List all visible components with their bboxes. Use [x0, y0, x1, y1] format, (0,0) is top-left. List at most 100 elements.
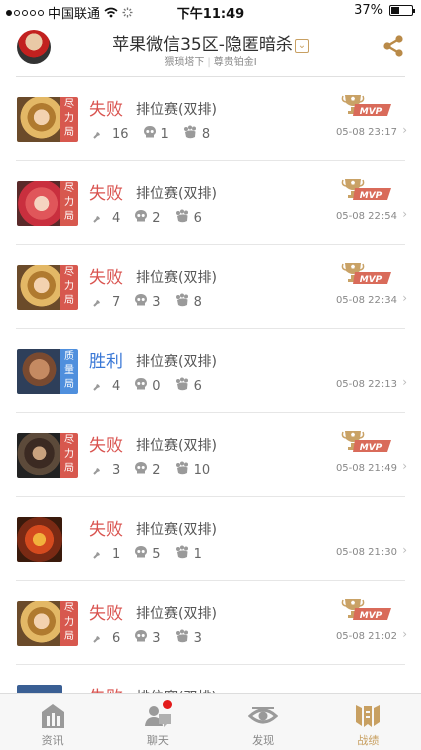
match-time: 05-08 21:02: [335, 631, 397, 642]
assists-value: 1: [193, 546, 202, 562]
skull-icon: [134, 377, 152, 395]
kills-stat: 4: [92, 376, 120, 396]
news-icon: [0, 702, 105, 730]
kda-stats: 4 0 6: [92, 376, 216, 396]
kills-value: 4: [112, 378, 121, 394]
assists-stat: 1: [175, 545, 202, 564]
match-row[interactable]: 尽力局 失败 排位赛(双排) 4 2 6 MVP 05-08 22:54 ›: [16, 161, 407, 245]
battery-percent: 37%: [354, 3, 383, 18]
fist-icon: [175, 629, 194, 648]
tab-chat[interactable]: 聊天: [105, 694, 210, 750]
tab-news[interactable]: 资讯: [0, 694, 105, 750]
match-row[interactable]: 尽力局 失败 排位赛(双排) 3 2 10 MVP 05-08 21:49 ›: [16, 413, 407, 497]
kills-value: 3: [112, 462, 121, 478]
kda-stats: 1 5 1: [92, 544, 216, 564]
deaths-stat: 3: [134, 629, 161, 647]
share-icon[interactable]: [381, 34, 405, 58]
tab-discover-eye[interactable]: 发现: [211, 694, 316, 750]
match-quality-tag: 尽力局: [60, 265, 78, 310]
assists-value: 8: [193, 294, 202, 310]
kda-stats: 7 3 8: [92, 292, 216, 312]
match-result: 失败: [89, 100, 123, 120]
chevron-right-icon: ›: [402, 291, 407, 305]
match-mode: 排位赛(双排): [136, 522, 217, 538]
sword-icon: [92, 124, 112, 144]
assists-stat: 3: [175, 629, 202, 648]
fist-icon: [183, 125, 202, 144]
sword-icon: [92, 544, 112, 564]
hero-portrait: [17, 181, 62, 226]
match-time: 05-08 22:54: [335, 211, 397, 222]
header: 苹果微信35区-隐匿暗杀 ⌄ 猥琐塔下 | 尊贵铂金I: [0, 22, 421, 70]
kills-stat: 3: [92, 460, 120, 480]
match-result: 失败: [89, 268, 123, 288]
deaths-value: 5: [152, 546, 161, 562]
deaths-value: 2: [152, 462, 161, 478]
chevron-down-icon[interactable]: ⌄: [294, 39, 309, 53]
assists-stat: 8: [175, 293, 202, 312]
fist-icon: [175, 293, 194, 312]
assists-stat: 6: [175, 209, 202, 228]
status-right: 37%: [354, 3, 415, 18]
match-row[interactable]: 尽力局 失败 排位赛(双排) 16 1 8 MVP 05-08 23:17 ›: [16, 77, 407, 161]
match-result: 失败: [89, 604, 123, 624]
match-list[interactable]: 尽力局 失败 排位赛(双排) 16 1 8 MVP 05-08 23:17 › 尽力局 失败 排位赛(…: [0, 77, 421, 749]
player-name: 猥琐塔下: [164, 57, 205, 68]
match-time: 05-08 21:30: [335, 547, 397, 558]
kills-stat: 1: [92, 544, 120, 564]
tab-label: 资讯: [41, 734, 64, 747]
deaths-stat: 2: [134, 461, 161, 479]
tab-label: 战绩: [357, 734, 380, 747]
match-mode: 排位赛(双排): [136, 606, 217, 622]
skull-icon: [134, 461, 152, 479]
tab-bar: 资讯 聊天 发现 战绩: [0, 693, 421, 750]
match-mode: 排位赛(双排): [136, 354, 217, 370]
record-icon: [316, 702, 421, 730]
page-title[interactable]: 苹果微信35区-隐匿暗杀 ⌄: [0, 30, 421, 55]
hero-portrait: [17, 265, 62, 310]
mvp-badge-icon: MVP: [341, 93, 393, 117]
match-row[interactable]: 尽力局 失败 排位赛(双排) 6 3 3 MVP 05-08 21:02 ›: [16, 581, 407, 665]
match-row[interactable]: 失败 排位赛(双排) 1 5 1 05-08 21:30 ›: [16, 497, 407, 581]
match-result: 失败: [89, 436, 123, 456]
kills-value: 16: [112, 126, 129, 142]
sword-icon: [92, 628, 112, 648]
sword-icon: [92, 376, 112, 396]
skull-icon: [143, 125, 161, 143]
svg-text:MVP: MVP: [360, 611, 383, 621]
fist-icon: [175, 545, 194, 564]
match-row[interactable]: 尽力局 失败 排位赛(双排) 7 3 8 MVP 05-08 22:34 ›: [16, 245, 407, 329]
assists-value: 10: [193, 462, 211, 478]
mvp-badge-icon: MVP: [341, 261, 393, 285]
match-row[interactable]: 质量局 胜利 排位赛(双排) 4 0 6 05-08 22:13 ›: [16, 329, 407, 413]
deaths-value: 3: [152, 294, 161, 310]
kills-value: 1: [112, 546, 121, 562]
chevron-right-icon: ›: [402, 207, 407, 221]
match-quality-tag: 尽力局: [60, 601, 78, 646]
fist-icon: [175, 377, 194, 396]
match-time: 05-08 21:49: [335, 463, 397, 474]
kda-stats: 6 3 3: [92, 628, 216, 648]
hero-portrait: [17, 349, 62, 394]
match-time: 05-08 22:34: [335, 295, 397, 306]
deaths-stat: 3: [134, 293, 161, 311]
svg-text:MVP: MVP: [360, 191, 383, 201]
status-bar: 中国联通 下午11:49 37%: [0, 0, 421, 22]
skull-icon: [134, 209, 152, 227]
battery-icon: [389, 5, 415, 16]
assists-value: 6: [193, 210, 202, 226]
mvp-badge-icon: MVP: [341, 177, 393, 201]
assists-stat: 10: [175, 461, 211, 480]
skull-icon: [134, 629, 152, 647]
match-result: 失败: [89, 184, 123, 204]
tab-label: 发现: [252, 734, 275, 747]
chat-icon: [105, 702, 210, 730]
page-subtitle: 猥琐塔下 | 尊贵铂金I: [0, 53, 421, 68]
match-quality-tag: 尽力局: [60, 433, 78, 478]
chevron-right-icon: ›: [402, 459, 407, 473]
tab-record[interactable]: 战绩: [316, 694, 421, 750]
hero-portrait: [17, 601, 62, 646]
match-mode: 排位赛(双排): [136, 102, 217, 118]
discover-eye-icon: [211, 702, 316, 730]
sword-icon: [92, 292, 112, 312]
